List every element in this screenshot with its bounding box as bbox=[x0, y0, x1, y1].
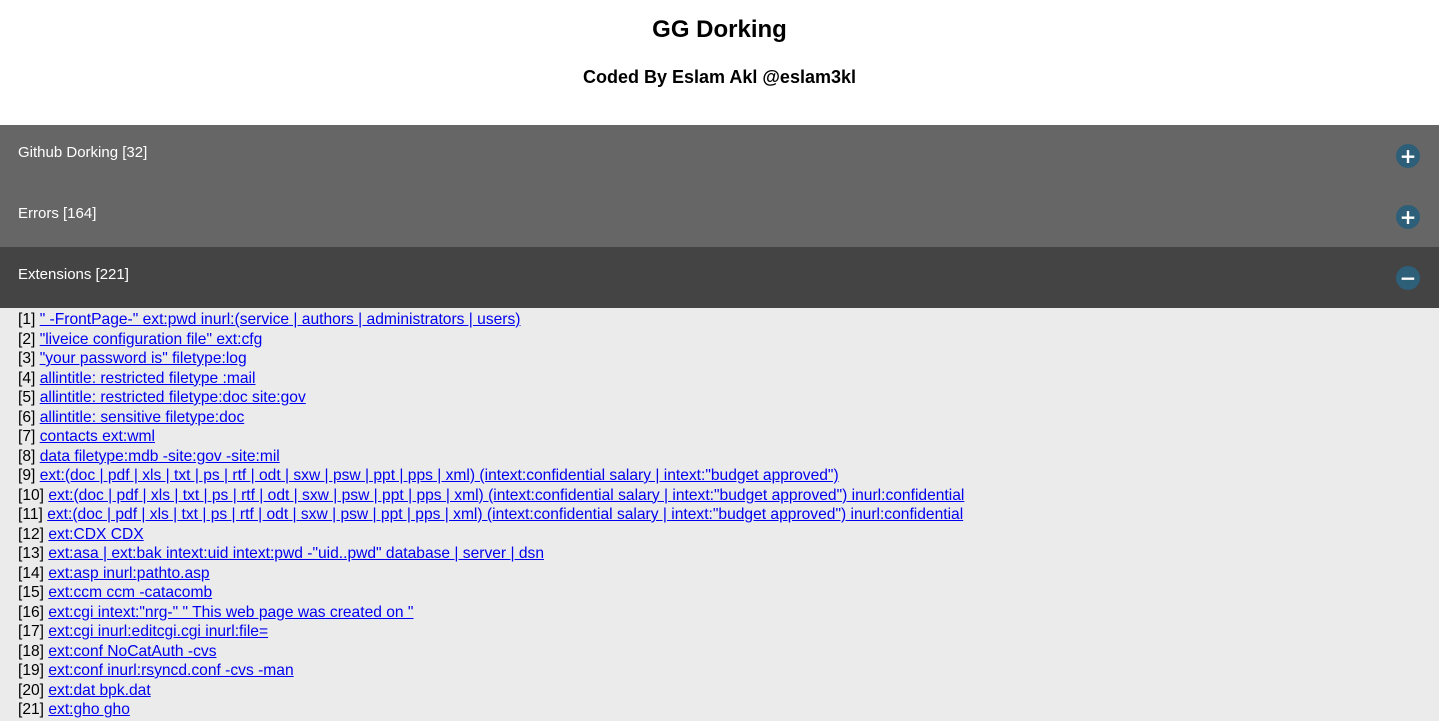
dork-link[interactable]: contacts ext:wml bbox=[40, 428, 155, 445]
list-item: [1] " -FrontPage-" ext:pwd inurl:(servic… bbox=[18, 310, 1439, 330]
item-index: [18] bbox=[18, 642, 45, 660]
item-index: [14] bbox=[18, 564, 45, 582]
list-item: [6] allintitle: sensitive filetype:doc bbox=[18, 408, 1439, 428]
item-index: [20] bbox=[18, 681, 45, 699]
list-item: [4] allintitle: restricted filetype :mai… bbox=[18, 369, 1439, 389]
item-index: [5] bbox=[18, 389, 36, 406]
list-item: [8] data filetype:mdb -site:gov -site:mi… bbox=[18, 447, 1439, 467]
dork-link[interactable]: ext:CDX CDX bbox=[48, 526, 143, 543]
list-item: [17] ext:cgi inurl:editcgi.cgi inurl:fil… bbox=[18, 622, 1439, 642]
list-item: [16] ext:cgi intext:"nrg-" " This web pa… bbox=[18, 603, 1439, 623]
item-index: [9] bbox=[18, 467, 36, 484]
item-index: [6] bbox=[18, 408, 36, 426]
list-item: [11] ext:(doc | pdf | xls | txt | ps | r… bbox=[18, 505, 1439, 525]
dork-link[interactable]: ext:ccm ccm -catacomb bbox=[48, 584, 212, 601]
dork-link[interactable]: ext:gho gho bbox=[48, 701, 130, 718]
list-item: [9] ext:(doc | pdf | xls | txt | ps | rt… bbox=[18, 466, 1439, 486]
dork-link[interactable]: "your password is" filetype:log bbox=[40, 350, 247, 367]
dork-link[interactable]: allintitle: restricted filetype :mail bbox=[40, 370, 256, 387]
extensions-panel: [1] " -FrontPage-" ext:pwd inurl:(servic… bbox=[0, 308, 1439, 721]
item-index: [17] bbox=[18, 623, 45, 640]
list-item: [5] allintitle: restricted filetype:doc … bbox=[18, 388, 1439, 408]
item-index: [7] bbox=[18, 428, 36, 445]
list-item: [10] ext:(doc | pdf | xls | txt | ps | r… bbox=[18, 486, 1439, 506]
item-index: [3] bbox=[18, 350, 36, 367]
dork-link[interactable]: "liveice configuration file" ext:cfg bbox=[40, 331, 263, 348]
list-item: [7] contacts ext:wml bbox=[18, 427, 1439, 447]
item-index: [11] bbox=[18, 506, 43, 523]
item-index: [1] bbox=[18, 311, 36, 328]
list-item: [15] ext:ccm ccm -catacomb bbox=[18, 583, 1439, 603]
item-index: [4] bbox=[18, 369, 36, 387]
list-item: [12] ext:CDX CDX bbox=[18, 525, 1439, 545]
list-item: [14] ext:asp inurl:pathto.asp bbox=[18, 564, 1439, 584]
dork-link[interactable]: ext:asa | ext:bak intext:uid intext:pwd … bbox=[48, 545, 544, 562]
item-index: [19] bbox=[18, 662, 45, 679]
accordion-github-dorking[interactable]: Github Dorking [32] + bbox=[0, 125, 1439, 186]
accordion-extensions[interactable]: Extensions [221] − bbox=[0, 247, 1439, 308]
list-item: [19] ext:conf inurl:rsyncd.conf -cvs -ma… bbox=[18, 661, 1439, 681]
item-index: [2] bbox=[18, 330, 36, 348]
dork-link[interactable]: ext:asp inurl:pathto.asp bbox=[48, 565, 209, 582]
dork-link[interactable]: allintitle: sensitive filetype:doc bbox=[40, 409, 245, 426]
page-subtitle: Coded By Eslam Akl @eslam3kl bbox=[583, 67, 856, 87]
dork-link[interactable]: ext:dat bpk.dat bbox=[48, 682, 150, 699]
item-index: [10] bbox=[18, 486, 45, 504]
accordion-errors[interactable]: Errors [164] + bbox=[0, 186, 1439, 247]
item-index: [16] bbox=[18, 603, 45, 621]
list-item: [2] "liveice configuration file" ext:cfg bbox=[18, 330, 1439, 350]
minus-icon[interactable]: − bbox=[1396, 266, 1420, 290]
accordion-label: Github Dorking [32] bbox=[18, 144, 148, 161]
dork-link[interactable]: ext:cgi inurl:editcgi.cgi inurl:file= bbox=[48, 623, 268, 640]
dork-link[interactable]: ext:conf inurl:rsyncd.conf -cvs -man bbox=[48, 662, 293, 679]
list-item: [18] ext:conf NoCatAuth -cvs bbox=[18, 642, 1439, 662]
list-item: [20] ext:dat bpk.dat bbox=[18, 681, 1439, 701]
dork-link[interactable]: " -FrontPage-" ext:pwd inurl:(service | … bbox=[40, 311, 521, 328]
accordion-label: Errors [164] bbox=[18, 205, 97, 222]
dork-link[interactable]: ext:(doc | pdf | xls | txt | ps | rtf | … bbox=[40, 467, 839, 484]
dork-link[interactable]: allintitle: restricted filetype:doc site… bbox=[40, 389, 306, 406]
item-index: [15] bbox=[18, 584, 45, 601]
dork-link[interactable]: ext:cgi intext:"nrg-" " This web page wa… bbox=[48, 604, 413, 621]
list-item: [3] "your password is" filetype:log bbox=[18, 349, 1439, 369]
list-item: [13] ext:asa | ext:bak intext:uid intext… bbox=[18, 544, 1439, 564]
item-index: [13] bbox=[18, 545, 45, 562]
item-index: [8] bbox=[18, 447, 36, 465]
page-header: GG Dorking Coded By Eslam Akl @eslam3kl bbox=[0, 0, 1439, 125]
dork-link[interactable]: ext:conf NoCatAuth -cvs bbox=[48, 643, 216, 660]
plus-icon[interactable]: + bbox=[1396, 205, 1420, 229]
page-title: GG Dorking bbox=[652, 16, 787, 43]
list-item: [21] ext:gho gho bbox=[18, 700, 1439, 720]
dork-link[interactable]: ext:(doc | pdf | xls | txt | ps | rtf | … bbox=[47, 506, 963, 523]
dork-link[interactable]: ext:(doc | pdf | xls | txt | ps | rtf | … bbox=[48, 487, 964, 504]
accordion-label: Extensions [221] bbox=[18, 266, 129, 283]
item-index: [12] bbox=[18, 525, 45, 543]
item-index: [21] bbox=[18, 701, 45, 718]
dork-link[interactable]: data filetype:mdb -site:gov -site:mil bbox=[40, 448, 280, 465]
plus-icon[interactable]: + bbox=[1396, 144, 1420, 168]
